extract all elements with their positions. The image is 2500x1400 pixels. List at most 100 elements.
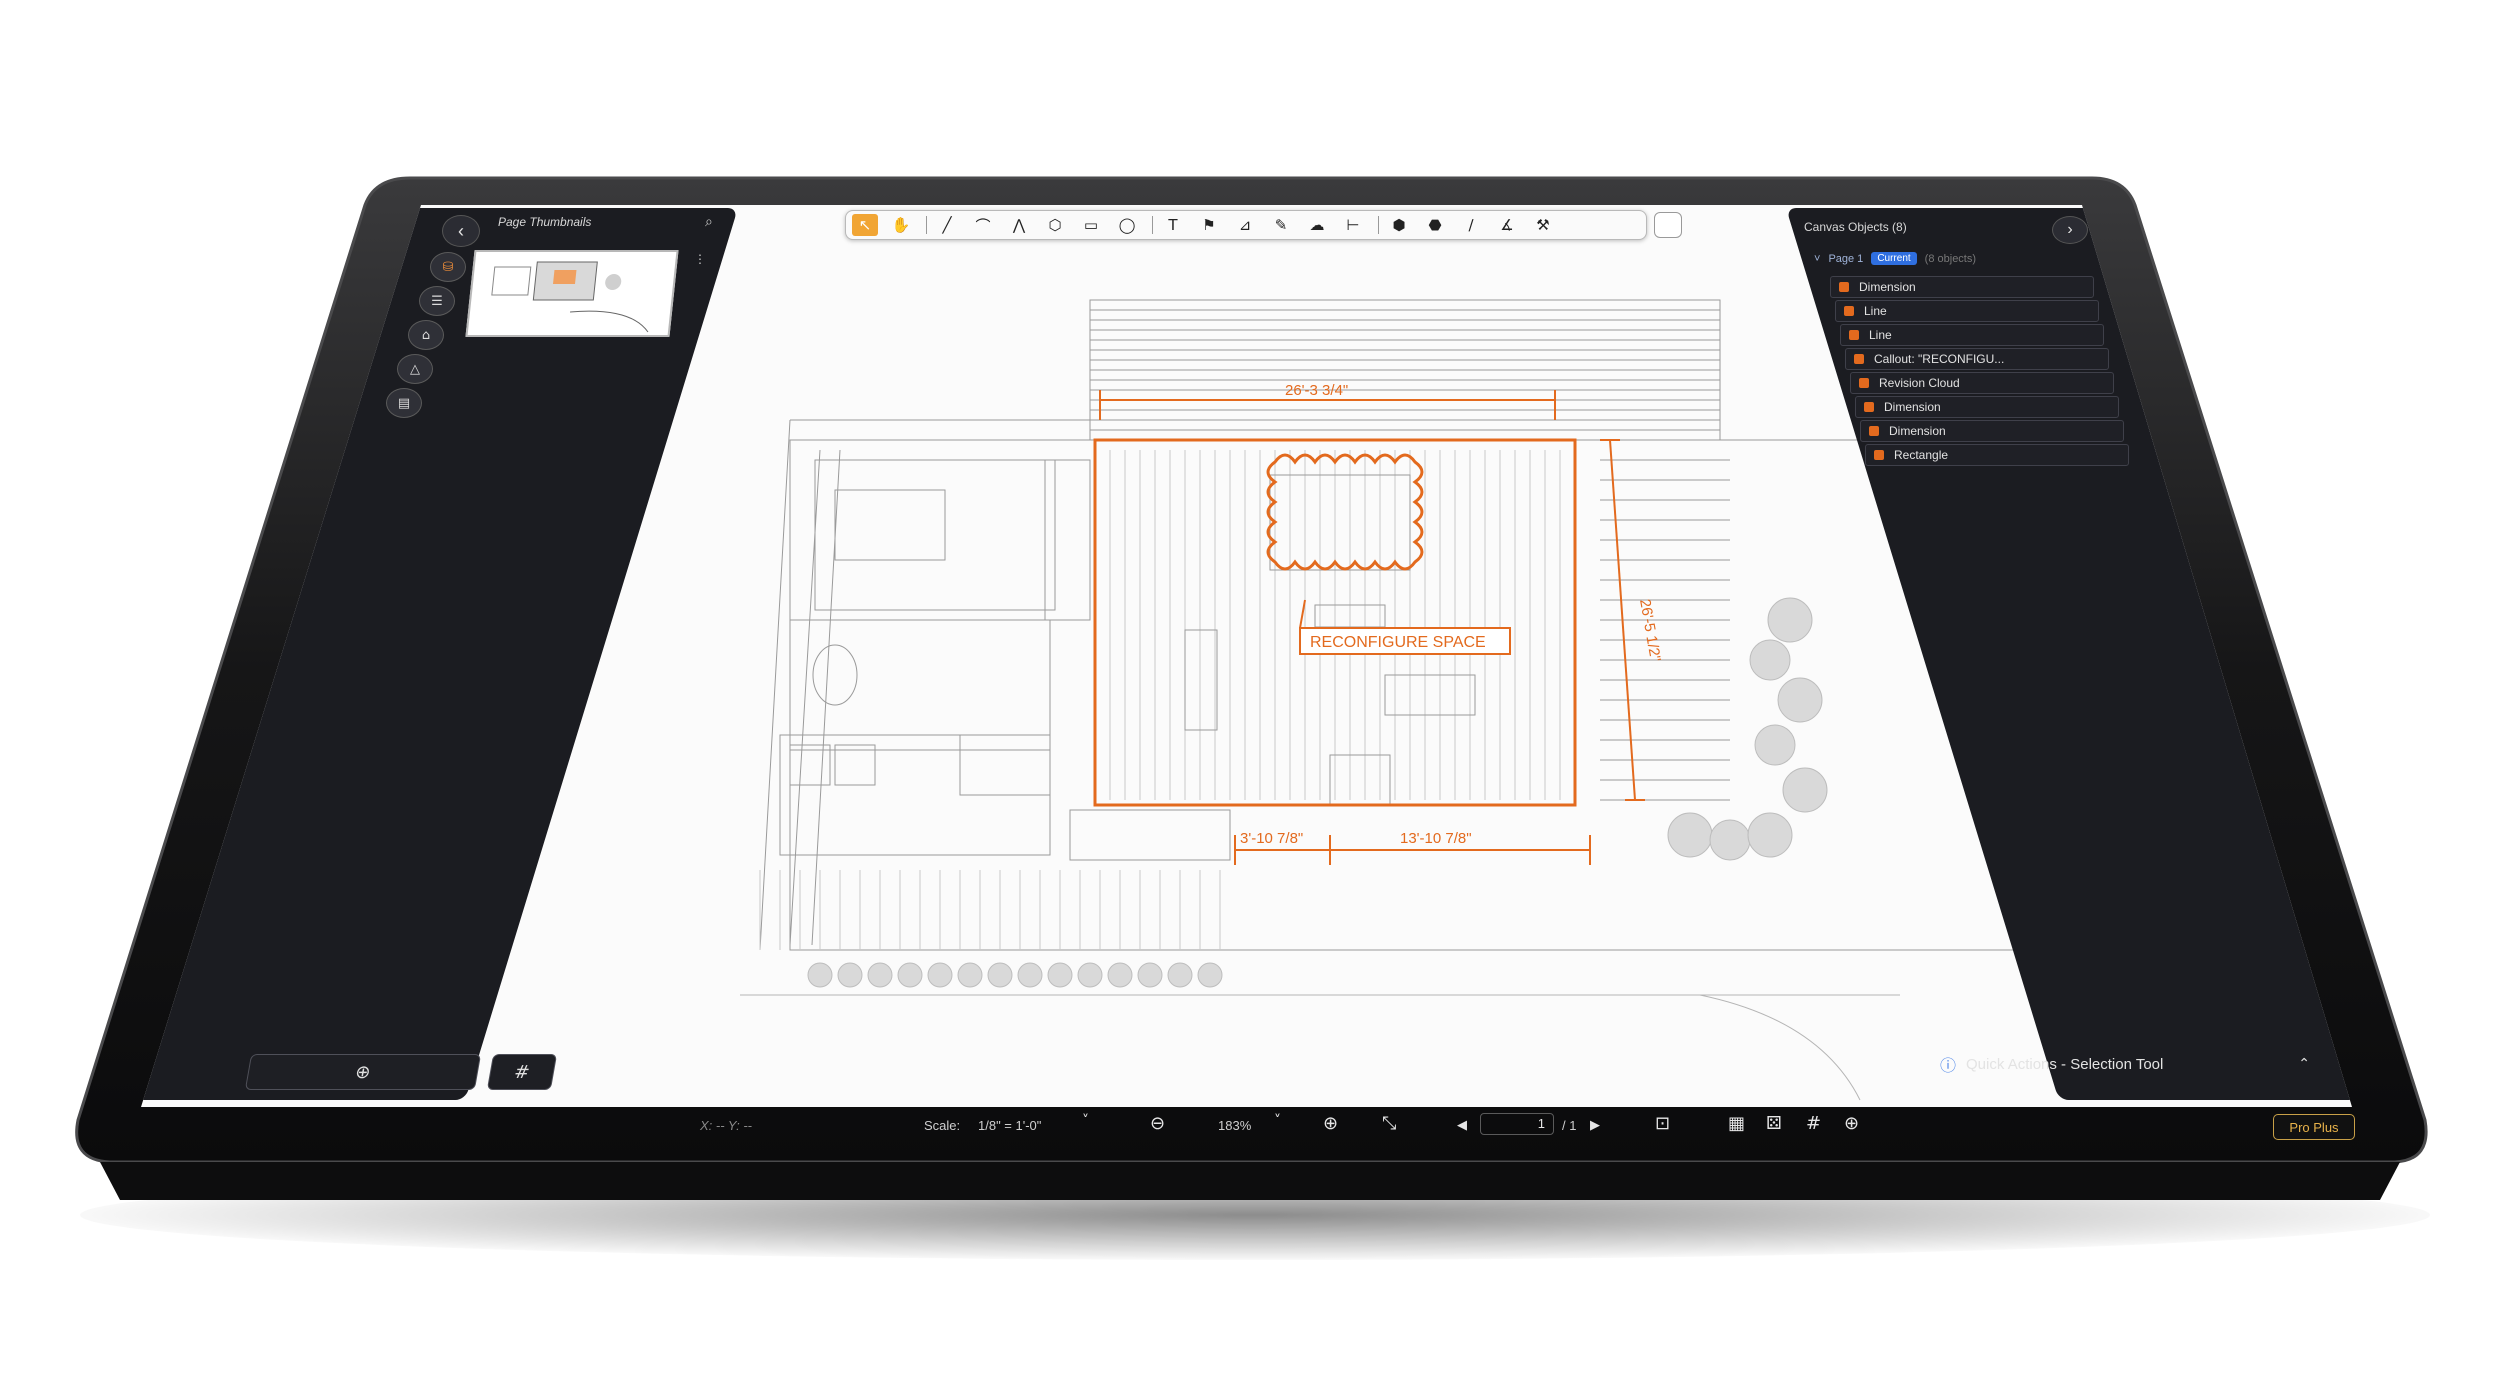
polygon-icon[interactable]: ⬡ [1042, 214, 1068, 236]
toilet-room [959, 734, 1051, 796]
canvas-object-item[interactable]: Dimension [1860, 420, 2124, 442]
expand-panel-button[interactable]: › [2052, 216, 2088, 244]
kitchen-island [1184, 629, 1218, 731]
floor-hatching [759, 450, 1561, 950]
zoom-level[interactable]: 183% [1218, 1118, 1251, 1133]
dining-table [1384, 674, 1476, 716]
rectangle-icon[interactable]: ▭ [1078, 214, 1104, 236]
toolbar-separator [1378, 216, 1379, 234]
collapse-panel-button[interactable]: ‹ [442, 215, 480, 247]
dimension-bottom-right-label: 13'-10 7/8" [1400, 830, 1472, 847]
line-icon[interactable]: ╱ [934, 214, 960, 236]
object-label: Revision Cloud [1879, 376, 1960, 390]
object-color-swatch [1859, 378, 1869, 388]
object-label: Line [1869, 328, 1892, 342]
grid-icon[interactable]: ▦ [1728, 1113, 1745, 1134]
page-numbering-button[interactable]: # [486, 1054, 558, 1090]
object-label: Rectangle [1894, 448, 1949, 462]
search-icon[interactable]: ⌕ [705, 214, 713, 230]
info-icon: ⓘ [1940, 1056, 1957, 1075]
list-icon[interactable]: ☰ [419, 286, 455, 316]
angle-icon[interactable]: ∡ [1494, 214, 1520, 236]
bed [834, 489, 946, 561]
highlight-icon[interactable]: ⊿ [1232, 214, 1258, 236]
plan-badge[interactable]: Pro Plus [2273, 1114, 2355, 1140]
canvas-object-item[interactable]: Line [1835, 300, 2099, 322]
canvas-object-item[interactable]: Line [1840, 324, 2104, 346]
current-badge: Current [1871, 252, 1917, 265]
scale-chevron-down-icon[interactable]: ˅ [1082, 1113, 1089, 1129]
hash-grid-icon[interactable]: # [1806, 1113, 1821, 1134]
canvas-object-item[interactable]: Dimension [1830, 276, 2094, 298]
landscape-trees [807, 597, 1828, 988]
quick-actions-bar[interactable]: ⓘ Quick Actions - Selection Tool ⌃ [1940, 1046, 2310, 1082]
zoom-chevron-down-icon[interactable]: ˅ [1274, 1113, 1281, 1129]
callout-text: RECONFIGURE SPACE [1310, 634, 1486, 651]
page-number-input[interactable]: 1 [1480, 1113, 1554, 1135]
fit-to-screen-icon[interactable]: ⤡ [1382, 1113, 1396, 1134]
text-icon[interactable]: T [1160, 214, 1186, 236]
revision-cloud[interactable] [1266, 453, 1424, 571]
canvas-object-item[interactable]: Rectangle [1865, 444, 2129, 466]
washer [789, 744, 831, 786]
target-icon[interactable]: ⊕ [1844, 1113, 1859, 1134]
volume-measure-icon[interactable]: ⬣ [1422, 214, 1448, 236]
dimension-right-label: 26'-5 1/2" [1636, 598, 1664, 663]
zoom-out-icon[interactable]: ⊖ [1150, 1113, 1165, 1134]
callout-leader [1299, 599, 1306, 629]
shape-icon[interactable]: △ [397, 354, 433, 384]
sofa [1269, 474, 1411, 571]
page-1-thumbnail[interactable] [465, 250, 679, 337]
add-page-icon: ⊕ [353, 1061, 373, 1083]
stroke-icon[interactable]: ∕ [1458, 214, 1484, 236]
arc-icon[interactable]: ⌒ [970, 214, 996, 236]
pointer-icon[interactable]: ↖ [852, 214, 878, 236]
bedroom [814, 459, 1056, 611]
scale-select[interactable]: 1/8" = 1'-0" [978, 1118, 1041, 1133]
object-color-swatch [1864, 402, 1874, 412]
cloud-icon[interactable]: ☁ [1304, 214, 1330, 236]
canvas-object-item[interactable]: Callout: "RECONFIGU... [1845, 348, 2109, 370]
stamp-icon[interactable]: ⌂ [408, 320, 444, 350]
pen-icon[interactable]: ✎ [1268, 214, 1294, 236]
document-icon[interactable]: ▤ [386, 388, 422, 418]
toolbar-separator [926, 216, 927, 234]
page-group-header[interactable]: ˅ Page 1 Current (8 objects) [1814, 252, 1976, 265]
layers-icon[interactable]: ⛁ [430, 252, 466, 282]
property-line [740, 994, 1900, 1101]
drawing-toolbar: ↖ ✋ ╱ ⌒ ⋀ ⬡ ▭ ◯ T ⚑ ⊿ ✎ ☁ ⊢ ⬢ ⬣ ∕ ∡ ⚒ [845, 210, 1647, 240]
markups[interactable] [1093, 390, 1645, 865]
object-label: Dimension [1859, 280, 1916, 294]
quick-actions-label: Quick Actions - Selection Tool [1966, 1055, 2164, 1073]
calibrate-icon[interactable]: ⚒ [1530, 214, 1556, 236]
dimension-icon[interactable]: ⊢ [1340, 214, 1366, 236]
toolbar-separator [1152, 216, 1153, 234]
object-color-swatch [1839, 282, 1849, 292]
thumbnail-more-icon[interactable]: ⋮ [694, 252, 706, 266]
hash-icon: # [512, 1061, 532, 1083]
canvas-object-item[interactable]: Dimension [1855, 396, 2119, 418]
canvas-object-item[interactable]: Revision Cloud [1850, 372, 2114, 394]
area-measure-icon[interactable]: ⬢ [1386, 214, 1412, 236]
page-search-icon[interactable]: ⊡ [1655, 1113, 1670, 1134]
add-page-button[interactable]: ⊕ [244, 1054, 482, 1090]
previous-page-icon[interactable]: ◀ [1457, 1118, 1467, 1133]
object-label: Dimension [1884, 400, 1941, 414]
page-label: Page 1 [1828, 252, 1864, 265]
closet [1044, 459, 1091, 621]
next-page-icon[interactable]: ▶ [1590, 1118, 1600, 1133]
zoom-in-icon[interactable]: ⊕ [1323, 1113, 1338, 1134]
object-label: Dimension [1889, 424, 1946, 438]
dryer [834, 744, 876, 786]
object-color-swatch [1854, 354, 1864, 364]
dimension-bottom-left-label: 3'-10 7/8" [1240, 830, 1303, 847]
object-color-swatch [1874, 450, 1884, 460]
callout-icon[interactable]: ⚑ [1196, 214, 1222, 236]
panel-title: Canvas Objects (8) [1804, 220, 1907, 234]
snap-icon[interactable]: ⚄ [1766, 1113, 1782, 1134]
hand-pan-icon[interactable]: ✋ [888, 214, 914, 236]
ellipse-icon[interactable]: ◯ [1114, 214, 1140, 236]
toolbar-overflow-button[interactable] [1654, 212, 1682, 238]
polyline-icon[interactable]: ⋀ [1006, 214, 1032, 236]
chevron-up-icon[interactable]: ⌃ [2298, 1056, 2310, 1072]
